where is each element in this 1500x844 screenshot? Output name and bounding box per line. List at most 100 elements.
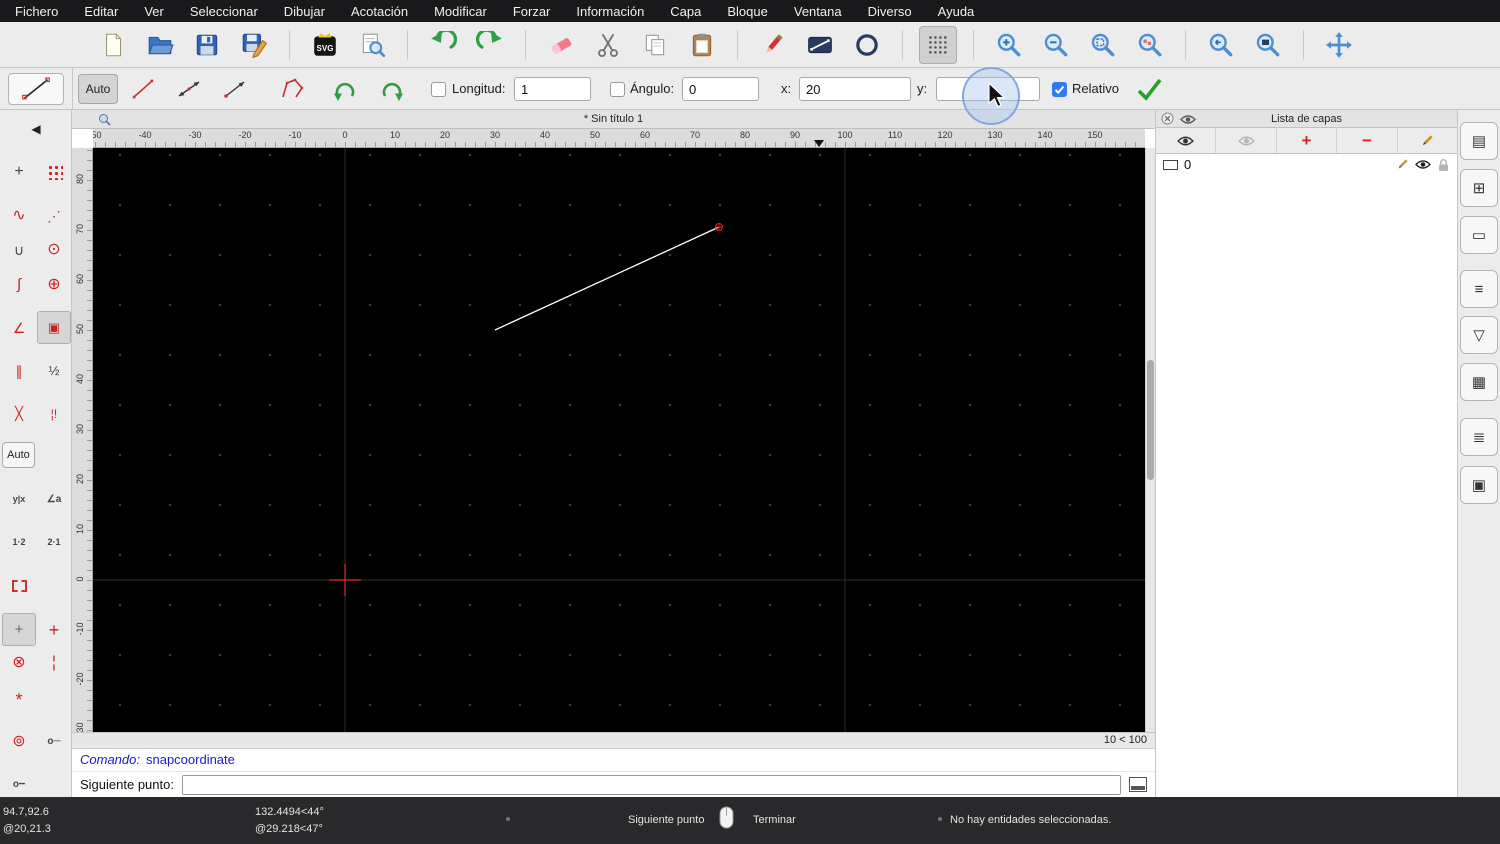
menu-item-editar[interactable]: Editar [71,4,131,19]
command-detach-icon[interactable] [1129,777,1147,792]
menu-item-informacion[interactable]: Información [563,4,657,19]
command-input[interactable] [181,774,1121,795]
hide-all-layers-button[interactable] [1216,128,1277,153]
drawing-canvas[interactable] [93,148,1145,732]
x-input[interactable] [799,77,911,101]
lock-relative-zero-button[interactable]: 2·1 [37,526,71,559]
menu-item-bloque[interactable]: Bloque [714,4,780,19]
zoom-previous-button[interactable] [1131,26,1169,64]
line-attributes-button[interactable] [801,26,839,64]
show-all-layers-button[interactable] [1156,128,1217,153]
snap-endpoint-button[interactable]: ∿ [2,199,36,232]
snap-reference-button[interactable]: ⊕ [37,268,71,301]
layer-visible-icon[interactable] [1415,159,1431,170]
zoom-window-button[interactable] [1249,26,1287,64]
svg-export-button[interactable]: SVG [306,26,344,64]
relativo-checkbox[interactable] [1052,82,1067,97]
save-button[interactable] [188,26,226,64]
snap-middle-button[interactable]: ▣ [37,311,71,344]
cut-button[interactable] [589,26,627,64]
copy-button[interactable] [636,26,674,64]
remove-layer-button[interactable]: − [1337,128,1398,153]
new-document-button[interactable] [94,26,132,64]
paste-button[interactable] [683,26,721,64]
zoom-out-button[interactable] [1037,26,1075,64]
eraser-button[interactable] [542,26,580,64]
restrict-angle-button[interactable]: ∠a [37,483,71,516]
snap-intersection-button[interactable]: ╳ [2,397,36,430]
restrict-nothing-button[interactable] [2,569,36,602]
relative-zero-button[interactable]: 1·2 [2,526,36,559]
menu-item-seleccionar[interactable]: Seleccionar [177,4,271,19]
open-folder-button[interactable] [141,26,179,64]
snap-center-button[interactable]: ⊙ [37,233,71,266]
restrict-orthogonal-button[interactable]: y|x [2,483,36,516]
crosshair-position-button[interactable]: + [37,613,71,646]
pen-attributes-button[interactable] [754,26,792,64]
dock-clipboard-button[interactable]: ▣ [1460,466,1498,504]
layer-row[interactable]: 0 [1156,154,1457,175]
dock-block-list-button[interactable]: ⊞ [1460,169,1498,207]
angulo-checkbox[interactable] [610,82,625,97]
zoom-pan-button[interactable] [1320,26,1358,64]
zoom-auto-button[interactable] [1084,26,1122,64]
line-segment-button[interactable] [125,72,161,106]
grid-toggle-button[interactable] [919,25,957,64]
back-arrow-button[interactable]: ◀ [0,122,72,136]
print-preview-button[interactable] [353,26,391,64]
menu-item-forzar[interactable]: Forzar [500,4,564,19]
vertical-scrollbar[interactable] [1145,148,1155,732]
eye-icon[interactable] [1180,114,1196,125]
menu-item-ver[interactable]: Ver [131,4,177,19]
snap-parallel-button[interactable]: ∥ [2,354,36,387]
angle-rays-button[interactable]: * [2,683,36,716]
snap-auto-left-button[interactable]: Auto [2,442,35,468]
menu-item-modificar[interactable]: Modificar [421,4,500,19]
confirm-button[interactable] [1132,73,1166,105]
snap-grid-button[interactable] [37,155,71,188]
snap-free-button[interactable]: + [2,155,36,188]
redo-sequence-button[interactable] [374,72,410,106]
snap-distance-button[interactable]: ∠ [2,311,36,344]
current-tool-line-button[interactable] [8,73,64,105]
menu-item-acotacion[interactable]: Acotación [338,4,421,19]
add-layer-button[interactable]: + [1277,128,1338,153]
dock-entity-list-button[interactable]: ≡ [1460,270,1498,308]
zoom-redraw-button[interactable] [1202,26,1240,64]
undo-sequence-button[interactable] [327,72,363,106]
zoom-in-button[interactable] [990,26,1028,64]
polyline-button[interactable] [275,72,311,106]
circle-attributes-button[interactable] [848,26,886,64]
close-icon[interactable] [1161,112,1174,125]
dock-library-button[interactable]: ▭ [1460,216,1498,254]
edit-layer-button[interactable] [1398,128,1457,153]
scrollbar-thumb[interactable] [1147,360,1154,480]
snap-on-entity-button[interactable]: ⋰ [37,199,71,232]
line-arrow-button[interactable] [217,72,253,106]
dock-command-history-button[interactable]: ≣ [1460,418,1498,456]
dock-insert-button[interactable]: ▦ [1460,363,1498,401]
menu-item-diverso[interactable]: Diverso [855,4,925,19]
angulo-input[interactable] [682,77,759,101]
snap-auto-button[interactable]: Auto [78,74,118,104]
dock-filter-button[interactable]: ▽ [1460,316,1498,354]
menu-item-ayuda[interactable]: Ayuda [925,4,988,19]
snap-divide-button[interactable]: ½ [37,354,71,387]
vertical-guide-button[interactable]: ¦ [37,646,71,679]
dock-layer-list-button[interactable]: ▤ [1460,122,1498,160]
undo-button[interactable] [424,26,462,64]
save-as-button[interactable] [235,26,273,64]
snap-point-button[interactable]: ⊚ [2,725,36,758]
snap-intersection-manual-button[interactable]: ¦! [37,397,71,430]
longitud-checkbox[interactable] [431,82,446,97]
layer-edit-icon[interactable] [1396,158,1409,171]
layer-lock-icon[interactable] [1437,158,1450,172]
redo-button[interactable] [471,26,509,64]
menu-item-ventana[interactable]: Ventana [781,4,855,19]
menu-item-fichero[interactable]: Fichero [2,4,71,19]
menu-item-capa[interactable]: Capa [657,4,714,19]
exclude-snap-button[interactable]: ⊗ [2,646,36,679]
menu-item-dibujar[interactable]: Dibujar [271,4,338,19]
free-position-button[interactable]: + [2,613,36,646]
snap-tangent-button[interactable]: ∪ [2,233,36,266]
